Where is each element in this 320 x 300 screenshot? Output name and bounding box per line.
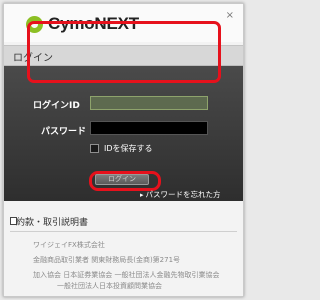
forgot-password-link[interactable]: パスワードを忘れた方 <box>140 189 221 200</box>
terms-link[interactable]: 約款・取引説明書 <box>16 215 88 228</box>
divider <box>10 231 237 232</box>
close-icon[interactable]: × <box>226 10 234 21</box>
credentials-highlight <box>27 21 221 83</box>
login-window: CymoNEXT × ログイン ログインID パスワード IDを保存する ログイ… <box>3 3 244 297</box>
associations-text-2: 一般社団法人日本投資顧問業協会 <box>57 282 162 290</box>
associations-text: 加入協会 日本証券業協会 一般社団法人金融先物取引業協会 <box>33 271 220 279</box>
password-input[interactable] <box>90 121 208 135</box>
login-button[interactable]: ログイン <box>95 174 149 185</box>
registration-text: 金融商品取引業者 関東財務局長(金商)第271号 <box>33 256 181 264</box>
password-label: パスワード <box>41 127 87 137</box>
company-name: ワイジェイFX株式会社 <box>33 241 105 249</box>
save-id-checkbox[interactable] <box>90 144 99 153</box>
login-id-label: ログインID <box>33 101 80 111</box>
save-id-label[interactable]: IDを保存する <box>104 143 153 154</box>
login-id-input[interactable] <box>90 96 208 110</box>
